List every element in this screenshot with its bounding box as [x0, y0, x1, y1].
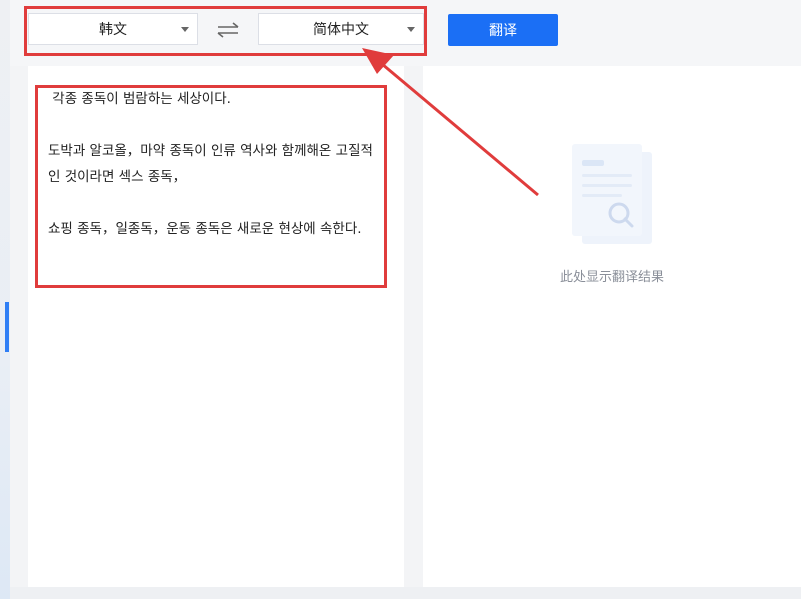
sidebar-active-marker — [5, 302, 9, 352]
chevron-down-icon — [181, 27, 189, 32]
swap-arrows-icon — [217, 22, 239, 38]
source-text-input[interactable]: 각종 종독이 범람하는 세상이다. 도박과 알코올，마약 종독이 인류 역사와 … — [48, 86, 382, 242]
source-language-label: 韩文 — [99, 22, 127, 38]
chevron-down-icon — [407, 27, 415, 32]
target-language-select[interactable]: 简体中文 — [258, 13, 424, 45]
empty-result-document-icon — [572, 144, 652, 244]
swap-languages-button[interactable] — [212, 18, 244, 42]
left-sidebar-strip — [0, 0, 10, 599]
translate-button[interactable]: 翻译 — [448, 14, 558, 46]
result-placeholder-text: 此处显示翻译结果 — [559, 270, 664, 285]
bottom-bar — [10, 587, 801, 599]
target-language-label: 简体中文 — [313, 22, 369, 38]
source-language-select[interactable]: 韩文 — [28, 13, 198, 45]
